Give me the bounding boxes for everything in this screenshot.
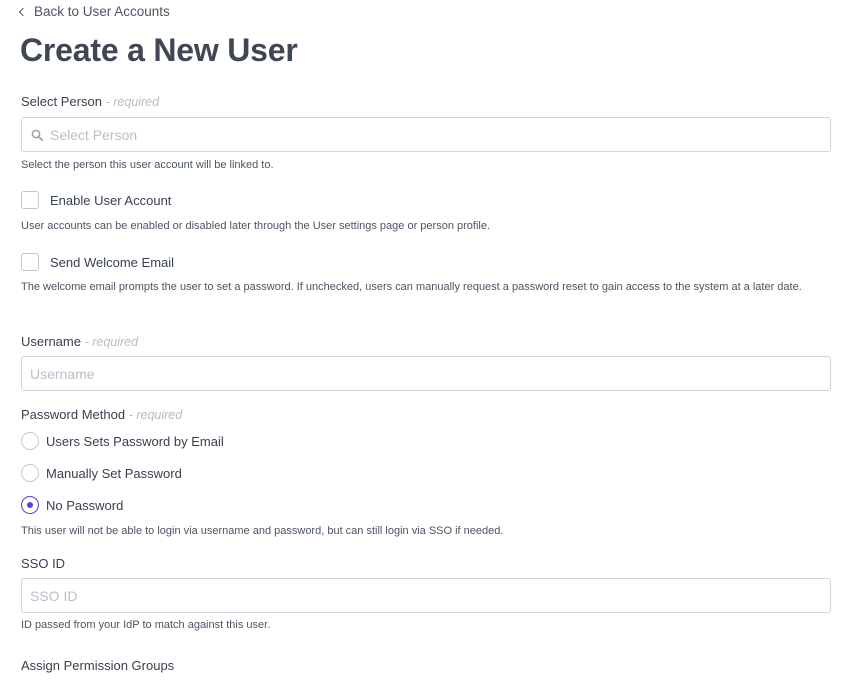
password-option-manual-radio[interactable] [21, 464, 39, 482]
back-to-user-accounts-link[interactable]: Back to User Accounts [18, 4, 170, 19]
password-method-help: This user will not be able to login via … [21, 525, 504, 537]
enable-user-account-checkbox[interactable] [21, 191, 39, 209]
select-person-field[interactable] [21, 117, 831, 152]
select-person-help: Select the person this user account will… [21, 159, 274, 171]
required-indicator: - required [105, 95, 160, 109]
assign-permission-groups-label: Assign Permission Groups [21, 658, 174, 673]
password-option-manual[interactable]: Manually Set Password [21, 464, 182, 482]
back-link-label: Back to User Accounts [34, 4, 170, 19]
search-icon [31, 129, 43, 141]
password-option-none-label: No Password [46, 497, 124, 513]
password-method-label: Password Method - required [21, 407, 182, 422]
username-field[interactable] [21, 356, 831, 391]
required-indicator: - required [84, 335, 139, 349]
required-indicator: - required [128, 408, 183, 422]
password-method-label-text: Password Method [21, 407, 126, 422]
username-label: Username - required [21, 334, 138, 349]
sso-id-field[interactable] [21, 578, 831, 613]
send-welcome-email-checkbox[interactable] [21, 253, 39, 271]
enable-user-account-label: Enable User Account [50, 192, 172, 208]
select-person-input[interactable] [22, 118, 830, 151]
password-option-none[interactable]: No Password [21, 496, 123, 514]
password-option-email[interactable]: Users Sets Password by Email [21, 432, 224, 450]
sso-id-input[interactable] [22, 579, 830, 612]
sso-id-label: SSO ID [21, 556, 65, 571]
enable-user-account-help: User accounts can be enabled or disabled… [21, 220, 491, 232]
select-person-label: Select Person - required [21, 94, 159, 109]
send-welcome-email-option[interactable]: Send Welcome Email [21, 253, 174, 271]
sso-id-label-text: SSO ID [21, 556, 66, 571]
username-input[interactable] [22, 357, 830, 390]
page-title: Create a New User [20, 32, 298, 68]
username-label-text: Username [21, 334, 81, 349]
password-option-manual-label: Manually Set Password [46, 465, 182, 481]
send-welcome-email-help: The welcome email prompts the user to se… [21, 281, 802, 293]
sso-id-help: ID passed from your IdP to match against… [21, 619, 271, 631]
enable-user-account-option[interactable]: Enable User Account [21, 191, 171, 209]
select-person-label-text: Select Person [21, 94, 102, 109]
password-option-email-radio[interactable] [21, 432, 39, 450]
chevron-left-icon [18, 7, 28, 17]
password-option-email-label: Users Sets Password by Email [46, 433, 224, 449]
assign-permission-groups-label-text: Assign Permission Groups [21, 658, 175, 673]
password-option-none-radio[interactable] [21, 496, 39, 514]
send-welcome-email-label: Send Welcome Email [50, 254, 175, 270]
